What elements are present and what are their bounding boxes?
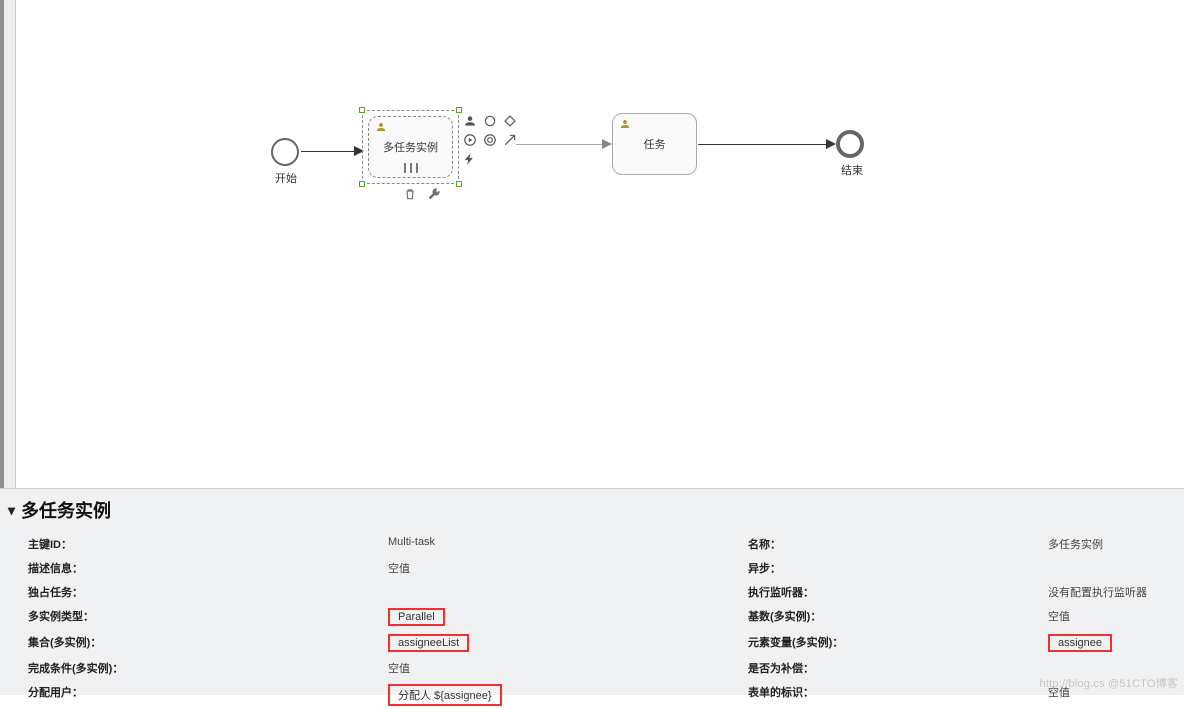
- properties-grid: 主键ID：Multi-task名称：多任务实例描述信息：空值异步：独占任务：执行…: [0, 527, 1184, 709]
- resize-handle-nw[interactable]: [359, 107, 365, 113]
- prop-value[interactable]: 空值: [384, 557, 744, 579]
- end-event[interactable]: [836, 130, 864, 158]
- prop-label: 执行监听器：: [748, 584, 1048, 600]
- element-toolbar: [462, 113, 522, 170]
- resize-handle-sw[interactable]: [359, 181, 365, 187]
- prop-label: 集合(多实例)：: [24, 631, 384, 655]
- prop-label: 完成条件(多实例)：: [24, 657, 384, 679]
- user-icon: [619, 118, 631, 133]
- prop-value[interactable]: 分配人 ${assignee}: [384, 681, 744, 709]
- target-icon[interactable]: [482, 132, 498, 148]
- wrench-icon[interactable]: [426, 186, 442, 202]
- prop-value[interactable]: 没有配置执行监听器: [1048, 584, 1180, 600]
- start-event-label: 开始: [266, 170, 306, 186]
- element-below-toolbar: [402, 186, 442, 202]
- sequence-flow-2-head: [602, 139, 612, 149]
- prop-label: 多实例类型：: [24, 605, 384, 629]
- parallel-marker-icon: [404, 163, 418, 173]
- prop-value[interactable]: [384, 581, 744, 603]
- user-icon: [375, 121, 387, 136]
- play-icon[interactable]: [462, 132, 478, 148]
- diagram-canvas[interactable]: 开始 多任务实例: [0, 0, 1184, 488]
- sequence-flow-2[interactable]: [516, 144, 604, 145]
- prop-value[interactable]: Multi-task: [384, 533, 744, 555]
- user-task[interactable]: 任务: [612, 113, 697, 175]
- prop-value[interactable]: assigneeList: [384, 631, 744, 655]
- end-event-label: 结束: [832, 162, 872, 178]
- prop-label: 是否为补偿：: [748, 660, 1048, 676]
- prop-label: 基数(多实例)：: [748, 608, 1048, 626]
- user-icon[interactable]: [462, 113, 478, 129]
- prop-label: 描述信息：: [24, 557, 384, 579]
- arrow-icon[interactable]: [502, 132, 518, 148]
- prop-label: 独占任务：: [24, 581, 384, 603]
- prop-value[interactable]: 空值: [1048, 608, 1180, 626]
- prop-value[interactable]: Parallel: [384, 605, 744, 629]
- prop-label: 表单的标识：: [748, 684, 1048, 706]
- circle-icon[interactable]: [482, 113, 498, 129]
- user-task-multi-label: 多任务实例: [383, 139, 438, 155]
- prop-label: 异步：: [748, 560, 1048, 576]
- resize-handle-se[interactable]: [456, 181, 462, 187]
- sequence-flow-3-head: [826, 139, 836, 149]
- properties-panel-title: 多任务实例: [21, 497, 111, 523]
- prop-label: 名称：: [748, 536, 1048, 552]
- trash-icon[interactable]: [402, 186, 418, 202]
- sequence-flow-3[interactable]: [698, 144, 828, 145]
- chevron-down-icon: ▾: [8, 502, 15, 519]
- diamond-icon[interactable]: [502, 113, 518, 129]
- properties-panel-header[interactable]: ▾ 多任务实例: [0, 489, 1184, 527]
- bolt-icon[interactable]: [462, 151, 478, 167]
- prop-value[interactable]: [1048, 660, 1180, 676]
- properties-panel: ▾ 多任务实例 主键ID：Multi-task名称：多任务实例描述信息：空值异步…: [0, 488, 1184, 695]
- prop-value[interactable]: assignee: [1048, 634, 1180, 652]
- prop-label: 分配用户：: [24, 681, 384, 709]
- user-task-multi[interactable]: 多任务实例: [368, 116, 453, 178]
- user-task-label: 任务: [644, 136, 666, 152]
- prop-value[interactable]: 空值: [1048, 684, 1180, 706]
- prop-value[interactable]: 多任务实例: [1048, 536, 1180, 552]
- sequence-flow-1[interactable]: [301, 151, 356, 152]
- start-event[interactable]: [271, 138, 299, 166]
- prop-value[interactable]: [1048, 560, 1180, 576]
- prop-value[interactable]: 空值: [384, 657, 744, 679]
- prop-label: 元素变量(多实例)：: [748, 634, 1048, 652]
- prop-label: 主键ID：: [24, 533, 384, 555]
